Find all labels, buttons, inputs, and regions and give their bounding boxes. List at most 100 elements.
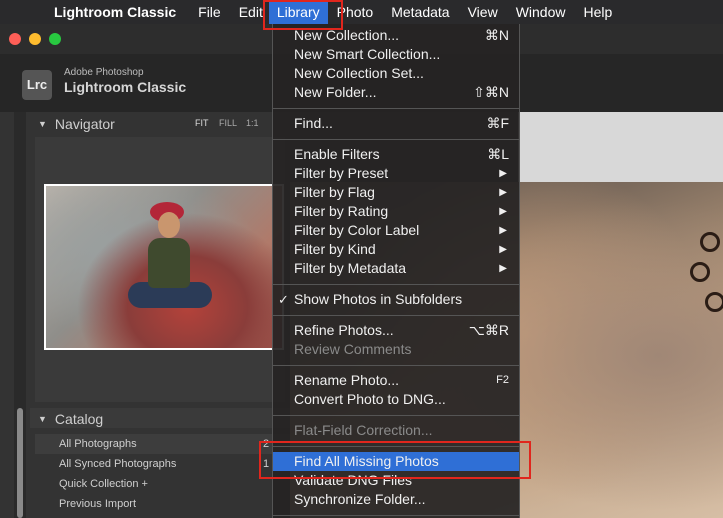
menu-item-label: New Collection Set... bbox=[294, 65, 424, 81]
menu-item-new-smart-collection[interactable]: New Smart Collection... bbox=[273, 45, 519, 64]
menu-item-label: Validate DNG Files bbox=[294, 472, 413, 488]
menu-separator bbox=[273, 446, 519, 447]
menu-item-label: Filter by Rating bbox=[294, 203, 389, 219]
menu-item-label: Filter by Preset bbox=[294, 165, 389, 181]
navigator-thumbnail[interactable] bbox=[44, 184, 284, 350]
menubar: Lightroom Classic File Edit Library Phot… bbox=[0, 0, 723, 24]
menu-item-filter-by-rating[interactable]: Filter by Rating ▶ bbox=[273, 202, 519, 221]
menu-item-shortcut: ⌘N bbox=[484, 27, 509, 43]
submenu-arrow-icon: ▶ bbox=[499, 225, 507, 236]
lrc-logo-icon: Lrc bbox=[22, 70, 52, 100]
menu-separator bbox=[273, 415, 519, 416]
menu-item-label: Filter by Kind bbox=[294, 241, 376, 257]
zoom-fill-button[interactable]: FILL bbox=[219, 118, 237, 128]
menu-item-filter-by-color-label[interactable]: Filter by Color Label ▶ bbox=[273, 221, 519, 240]
menu-item-show-photos-in-subfolders[interactable]: ✓ Show Photos in Subfolders bbox=[273, 290, 519, 309]
menu-item-shortcut: ⌘L bbox=[487, 146, 509, 162]
menu-window[interactable]: Window bbox=[507, 0, 575, 24]
menu-item-label: Show Photos in Subfolders bbox=[294, 291, 463, 307]
menu-item-label: Filter by Metadata bbox=[294, 260, 407, 276]
figure-body bbox=[148, 238, 190, 288]
zoom-window-icon[interactable] bbox=[49, 33, 61, 45]
figure-head bbox=[158, 212, 180, 238]
menu-item-shortcut: ⌥⌘R bbox=[468, 322, 509, 338]
close-window-icon[interactable] bbox=[9, 33, 21, 45]
catalog-item-previous-import[interactable]: Previous Import bbox=[59, 498, 136, 510]
menu-library[interactable]: Library bbox=[268, 0, 328, 24]
menu-separator bbox=[273, 515, 519, 516]
menu-item-enable-filters[interactable]: Enable Filters ⌘L bbox=[273, 145, 519, 164]
menu-view[interactable]: View bbox=[459, 0, 507, 24]
menu-item-flat-field-correction: Flat-Field Correction... bbox=[273, 421, 519, 440]
menu-separator bbox=[273, 108, 519, 109]
menu-item-filter-by-metadata[interactable]: Filter by Metadata ▶ bbox=[273, 259, 519, 278]
menu-item-new-folder[interactable]: New Folder... ⇧⌘N bbox=[273, 83, 519, 102]
catalog-item-all-photographs[interactable]: All Photographs bbox=[59, 438, 137, 450]
menu-item-label: Filter by Color Label bbox=[294, 222, 420, 238]
identity-title: Lightroom Classic bbox=[64, 79, 187, 95]
menu-metadata[interactable]: Metadata bbox=[382, 0, 458, 24]
submenu-arrow-icon: ▶ bbox=[499, 187, 507, 198]
menu-item-filter-by-preset[interactable]: Filter by Preset ▶ bbox=[273, 164, 519, 183]
left-panel-scrollbar[interactable] bbox=[17, 408, 23, 518]
menu-item-label: Refine Photos... bbox=[294, 322, 394, 338]
menu-item-rename-photo[interactable]: Rename Photo... F2 bbox=[273, 371, 519, 390]
menu-file[interactable]: File bbox=[189, 0, 230, 24]
submenu-arrow-icon: ▶ bbox=[499, 263, 507, 274]
menu-item-label: Synchronize Folder... bbox=[294, 491, 426, 507]
disclosure-triangle-icon[interactable]: ▼ bbox=[38, 414, 47, 424]
menu-item-label: Find... bbox=[294, 115, 333, 131]
menu-item-label: Convert Photo to DNG... bbox=[294, 391, 446, 407]
menu-item-shortcut: ⌘F bbox=[486, 115, 509, 131]
catalog-item-count: 1 bbox=[263, 458, 270, 470]
menu-item-label: Review Comments bbox=[294, 341, 412, 357]
menu-item-label: Rename Photo... bbox=[294, 372, 400, 388]
menu-item-filter-by-kind[interactable]: Filter by Kind ▶ bbox=[273, 240, 519, 259]
library-menu: New Collection... ⌘N New Smart Collection… bbox=[272, 24, 520, 518]
menu-separator bbox=[273, 139, 519, 140]
catalog-header[interactable]: ▼ Catalog bbox=[38, 411, 103, 427]
hair-curl-shape bbox=[705, 292, 723, 312]
menu-item-label: Filter by Flag bbox=[294, 184, 375, 200]
loupe-top-light bbox=[518, 112, 723, 182]
menu-item-label: New Smart Collection... bbox=[294, 46, 441, 62]
menu-item-filter-by-flag[interactable]: Filter by Flag ▶ bbox=[273, 183, 519, 202]
menu-item-synchronize-folder[interactable]: Synchronize Folder... bbox=[273, 490, 519, 509]
submenu-arrow-icon: ▶ bbox=[499, 168, 507, 179]
menu-item-find[interactable]: Find... ⌘F bbox=[273, 114, 519, 133]
checkmark-icon: ✓ bbox=[278, 292, 289, 307]
catalog-item-synced-photographs[interactable]: All Synced Photographs bbox=[59, 458, 176, 470]
menu-item-new-collection[interactable]: New Collection... ⌘N bbox=[273, 26, 519, 45]
navigator-title: Navigator bbox=[54, 116, 115, 132]
catalog-item-quick-collection[interactable]: Quick Collection + bbox=[59, 478, 148, 490]
menu-item-new-collection-set[interactable]: New Collection Set... bbox=[273, 64, 519, 83]
menu-item-label: New Folder... bbox=[294, 84, 377, 100]
menu-item-find-all-missing-photos[interactable]: Find All Missing Photos bbox=[273, 452, 519, 471]
submenu-arrow-icon: ▶ bbox=[499, 244, 507, 255]
minimize-window-icon[interactable] bbox=[29, 33, 41, 45]
hair-curl-shape bbox=[700, 232, 720, 252]
menu-item-label: Enable Filters bbox=[294, 146, 380, 162]
menu-item-convert-photo-to-dng[interactable]: Convert Photo to DNG... bbox=[273, 390, 519, 409]
zoom-1to1-button[interactable]: 1:1 bbox=[246, 118, 259, 128]
submenu-arrow-icon: ▶ bbox=[499, 206, 507, 217]
disclosure-triangle-icon[interactable]: ▼ bbox=[38, 119, 47, 129]
menu-separator bbox=[273, 315, 519, 316]
identity-subtitle: Adobe Photoshop bbox=[64, 67, 144, 78]
menu-item-shortcut: F2 bbox=[496, 374, 509, 386]
menu-separator bbox=[273, 284, 519, 285]
hair-curl-shape bbox=[690, 262, 710, 282]
menu-item-validate-dng-files[interactable]: Validate DNG Files bbox=[273, 471, 519, 490]
menu-item-review-comments: Review Comments bbox=[273, 340, 519, 359]
menu-photo[interactable]: Photo bbox=[328, 0, 383, 24]
menu-item-refine-photos[interactable]: Refine Photos... ⌥⌘R bbox=[273, 321, 519, 340]
thumbnail-image bbox=[46, 186, 282, 348]
zoom-fit-button[interactable]: FIT bbox=[195, 118, 209, 128]
menu-app-name[interactable]: Lightroom Classic bbox=[46, 0, 189, 24]
menu-edit[interactable]: Edit bbox=[230, 0, 269, 24]
menu-item-label: Find All Missing Photos bbox=[294, 453, 439, 469]
menu-help[interactable]: Help bbox=[574, 0, 621, 24]
menu-item-shortcut: ⇧⌘N bbox=[473, 84, 509, 100]
navigator-header[interactable]: ▼ Navigator bbox=[38, 116, 115, 132]
menu-separator bbox=[273, 365, 519, 366]
